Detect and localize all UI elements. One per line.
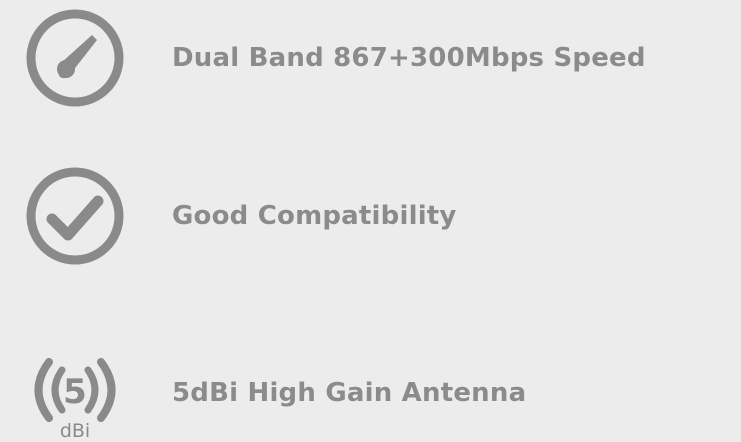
- feature-speed-label: Dual Band 867+300Mbps Speed: [172, 43, 646, 73]
- checkmark-circle-icon: [22, 163, 128, 269]
- feature-speed: Dual Band 867+300Mbps Speed: [22, 5, 646, 111]
- feature-antenna-label: 5dBi High Gain Antenna: [172, 378, 527, 408]
- antenna-gain-number: 5: [63, 372, 87, 412]
- antenna-gain-icon: 5 dBi: [22, 340, 128, 442]
- speedometer-icon: [22, 5, 128, 111]
- feature-compatibility: Good Compatibility: [22, 163, 457, 269]
- feature-list: Dual Band 867+300Mbps Speed Good Compati…: [0, 0, 741, 442]
- antenna-gain-unit: dBi: [60, 420, 90, 442]
- feature-antenna: 5 dBi 5dBi High Gain Antenna: [22, 340, 526, 442]
- feature-compatibility-label: Good Compatibility: [172, 201, 457, 231]
